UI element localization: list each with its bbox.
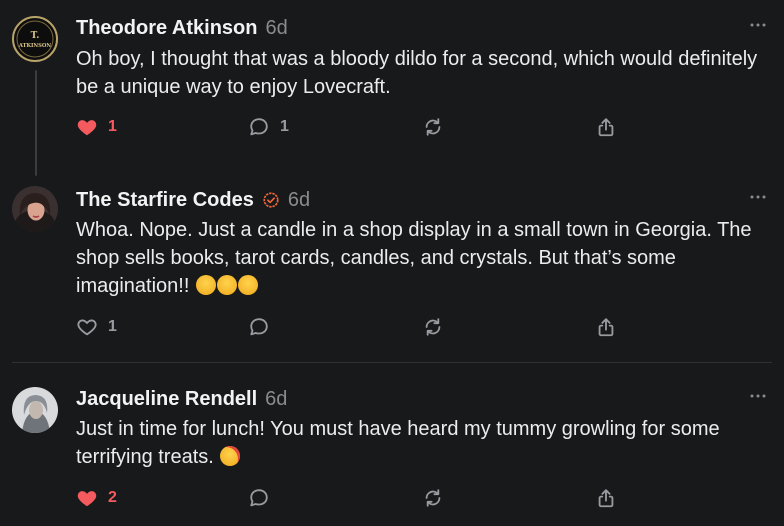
post-header: The Starfire Codes 6d bbox=[76, 186, 310, 214]
post-theodore: T. ATKINSON Theodore Atkinson 6d Oh boy,… bbox=[0, 14, 784, 174]
reply-button[interactable]: 1 bbox=[248, 115, 289, 139]
heart-outline-icon bbox=[77, 319, 97, 336]
verified-badge-icon bbox=[263, 192, 279, 208]
post-jacqueline: Jacqueline Rendell 6d Just in time for l… bbox=[0, 385, 784, 520]
comment-bubble-icon bbox=[250, 489, 268, 507]
like-button[interactable]: 1 bbox=[76, 115, 117, 139]
post-text: Whoa. Nope. Just a candle in a shop disp… bbox=[76, 216, 776, 300]
more-options-icon[interactable] bbox=[748, 190, 768, 204]
share-icon bbox=[598, 318, 614, 337]
avatar[interactable] bbox=[12, 186, 58, 232]
post-text: Oh boy, I thought that was a bloody dild… bbox=[76, 48, 758, 98]
post-actions: 1 1 bbox=[76, 115, 636, 139]
comment-bubble-icon bbox=[250, 318, 268, 336]
post-text-content: Just in time for lunch! You must have he… bbox=[76, 418, 720, 468]
author-name[interactable]: The Starfire Codes bbox=[76, 189, 254, 212]
rofl-emoji bbox=[216, 275, 237, 295]
reply-count: 1 bbox=[280, 118, 289, 135]
post-time[interactable]: 6d bbox=[265, 388, 287, 411]
author-name[interactable]: Jacqueline Rendell bbox=[76, 388, 257, 411]
share-button[interactable] bbox=[595, 115, 617, 139]
post-actions: 1 bbox=[76, 315, 636, 339]
post-time[interactable]: 6d bbox=[265, 17, 287, 40]
share-icon bbox=[598, 489, 614, 508]
like-button[interactable]: 1 bbox=[76, 315, 117, 339]
repost-icon bbox=[425, 118, 441, 136]
svg-text:ATKINSON: ATKINSON bbox=[18, 43, 52, 49]
post-actions: 2 bbox=[76, 486, 636, 510]
reply-button[interactable] bbox=[248, 315, 270, 339]
heart-filled-icon bbox=[77, 491, 97, 507]
author-name[interactable]: Theodore Atkinson bbox=[76, 17, 257, 40]
more-options-icon[interactable] bbox=[748, 389, 768, 403]
like-button[interactable]: 2 bbox=[76, 486, 117, 510]
post-divider bbox=[12, 362, 772, 363]
share-button[interactable] bbox=[595, 315, 617, 339]
more-options-icon[interactable] bbox=[748, 18, 768, 32]
repost-button[interactable] bbox=[422, 115, 444, 139]
repost-button[interactable] bbox=[422, 486, 444, 510]
face-blowing-kiss-emoji bbox=[220, 446, 241, 466]
repost-button[interactable] bbox=[422, 315, 444, 339]
like-count: 1 bbox=[108, 318, 117, 335]
post-starfire: The Starfire Codes 6d Whoa. Nope. Just a… bbox=[0, 186, 784, 356]
post-header: Theodore Atkinson 6d bbox=[76, 14, 288, 42]
rofl-emoji bbox=[237, 275, 258, 295]
heart-filled-icon bbox=[77, 120, 97, 136]
post-time[interactable]: 6d bbox=[288, 189, 310, 212]
like-count: 2 bbox=[108, 489, 117, 506]
post-header: Jacqueline Rendell 6d bbox=[76, 385, 287, 413]
avatar[interactable] bbox=[12, 387, 58, 433]
comment-thread: T. ATKINSON Theodore Atkinson 6d Oh boy,… bbox=[0, 0, 784, 526]
post-text-content: Whoa. Nope. Just a candle in a shop disp… bbox=[76, 219, 752, 297]
share-button[interactable] bbox=[595, 486, 617, 510]
share-icon bbox=[598, 118, 614, 137]
post-text: Just in time for lunch! You must have he… bbox=[76, 415, 776, 471]
like-count: 1 bbox=[108, 118, 117, 135]
avatar[interactable]: T. ATKINSON bbox=[12, 16, 58, 62]
reply-button[interactable] bbox=[248, 486, 270, 510]
repost-icon bbox=[425, 489, 441, 507]
thread-connector-line bbox=[35, 70, 37, 176]
rofl-emoji bbox=[195, 275, 216, 295]
repost-icon bbox=[425, 318, 441, 336]
comment-bubble-icon bbox=[250, 118, 268, 136]
svg-text:T.: T. bbox=[31, 31, 40, 41]
